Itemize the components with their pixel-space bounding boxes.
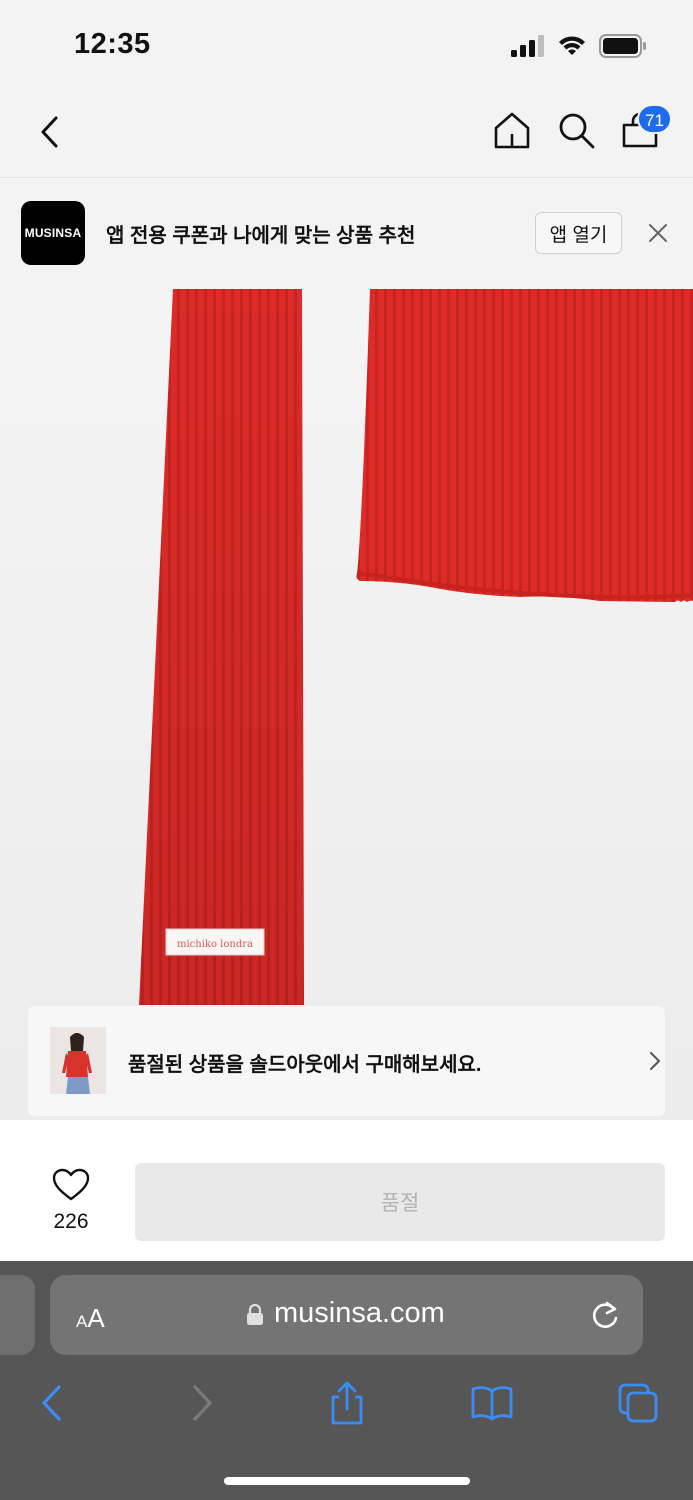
status-icons [511, 34, 647, 58]
text-size-button[interactable]: AA [76, 1303, 105, 1334]
like-button[interactable]: 226 [40, 1164, 102, 1240]
like-count: 226 [53, 1210, 89, 1233]
nav-bar [0, 90, 693, 178]
open-app-button[interactable]: 앱 열기 [535, 212, 622, 254]
knit-body [356, 289, 693, 602]
cart-count-badge: 71 [637, 104, 672, 134]
back-icon[interactable] [34, 112, 68, 152]
browser-toolbar [0, 1371, 693, 1441]
address-bar[interactable]: AA musinsa.com [50, 1275, 643, 1355]
heart-icon [52, 1168, 90, 1201]
status-time: 12:35 [74, 28, 151, 60]
bookmarks-icon[interactable] [471, 1381, 513, 1425]
url-display[interactable]: musinsa.com [246, 1297, 445, 1330]
product-photo: michiko londra [139, 289, 693, 1005]
back-icon[interactable] [30, 1381, 72, 1425]
wifi-icon [559, 36, 585, 55]
close-icon[interactable] [646, 221, 670, 245]
status-bar: 12:35 [0, 0, 693, 90]
soldout-notice[interactable]: 품절된 상품을 솔드아웃에서 구매해보세요. [28, 1006, 665, 1116]
product-image[interactable]: michiko londra [0, 289, 693, 1119]
search-icon[interactable] [556, 110, 596, 150]
soldout-notice-text: 품절된 상품을 솔드아웃에서 구매해보세요. [128, 1054, 482, 1076]
battery-icon [599, 34, 646, 58]
soldout-thumbnail [50, 1027, 106, 1094]
home-indicator[interactable] [224, 1477, 470, 1485]
previous-tab[interactable] [0, 1275, 35, 1355]
home-icon[interactable] [492, 110, 532, 150]
text-size-small-a: A [76, 1312, 88, 1331]
text-size-large-a: A [87, 1303, 105, 1333]
signal-icon [511, 35, 544, 57]
svg-text:michiko londra: michiko londra [177, 939, 253, 950]
action-bar: 226 품절 [0, 1119, 693, 1261]
share-icon[interactable] [326, 1381, 368, 1425]
forward-icon[interactable] [181, 1381, 223, 1425]
soldout-button[interactable]: 품절 [135, 1163, 665, 1241]
garment-label: michiko londra [165, 928, 265, 956]
lock-icon [247, 1303, 263, 1325]
chevron-right-icon [650, 1052, 660, 1070]
url-text: musinsa.com [274, 1297, 445, 1329]
reload-icon[interactable] [590, 1299, 620, 1331]
musinsa-logo: MUSINSA [21, 201, 85, 265]
tabs-icon[interactable] [618, 1381, 660, 1425]
app-banner[interactable]: MUSINSA 앱 전용 쿠폰과 나에게 맞는 상품 추천 앱 열기 [0, 179, 693, 289]
app-banner-message: 앱 전용 쿠폰과 나에게 맞는 상품 추천 [106, 225, 416, 247]
browser-chrome: AA musinsa.com [0, 1261, 693, 1500]
